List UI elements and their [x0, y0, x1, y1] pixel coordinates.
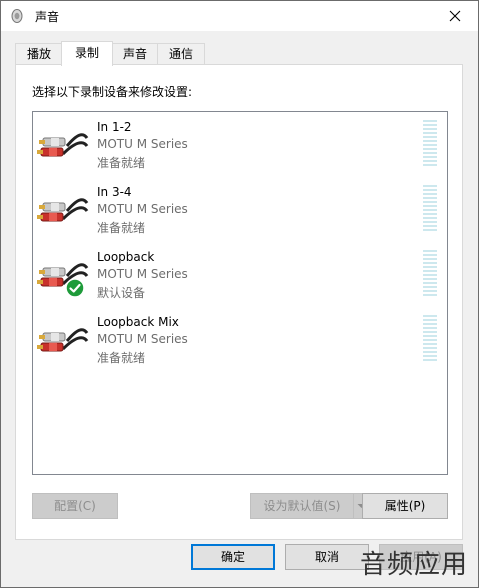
watermark-text: 音频应用 [359, 550, 468, 580]
level-meter [423, 120, 437, 168]
device-model: MOTU M Series [97, 332, 188, 346]
sound-dialog: 声音 播放 录制 声音 通信 选择以下录制设备来修改设置: In 1-2 MOT… [0, 0, 479, 588]
device-model: MOTU M Series [97, 202, 188, 216]
device-list[interactable]: In 1-2 MOTU M Series 准备就绪 In 3-4 MOTU M … [32, 111, 448, 475]
level-meter [423, 185, 437, 233]
device-status: 默认设备 [97, 286, 146, 300]
default-check-icon [65, 278, 85, 298]
speaker-icon [11, 9, 23, 23]
level-meter [423, 315, 437, 363]
title-bar: 声音 [1, 1, 478, 31]
instruction-text: 选择以下录制设备来修改设置: [32, 85, 193, 99]
device-status: 准备就绪 [97, 156, 146, 170]
tab-communications[interactable]: 通信 [157, 43, 205, 64]
tab-sounds[interactable]: 声音 [111, 43, 159, 64]
close-button[interactable] [432, 1, 478, 31]
device-model: MOTU M Series [97, 137, 188, 151]
configure-button[interactable]: 配置(C) [32, 493, 118, 519]
rca-cable-icon [37, 198, 89, 222]
device-name: In 3-4 [97, 185, 132, 199]
device-name: Loopback Mix [97, 315, 179, 329]
device-name: In 1-2 [97, 120, 132, 134]
device-name: Loopback [97, 250, 155, 264]
device-model: MOTU M Series [97, 267, 188, 281]
level-meter [423, 250, 437, 298]
properties-button[interactable]: 属性(P) [362, 493, 448, 519]
set-default-button[interactable]: 设为默认值(S) [250, 493, 354, 519]
device-status: 准备就绪 [97, 351, 146, 365]
window-title: 声音 [35, 10, 60, 24]
list-item[interactable]: Loopback Mix MOTU M Series 准备就绪 [33, 307, 447, 371]
tab-playback[interactable]: 播放 [15, 43, 63, 64]
tab-recording[interactable]: 录制 [61, 41, 113, 66]
cancel-button[interactable]: 取消 [285, 544, 369, 570]
close-icon [449, 10, 461, 22]
recording-panel: 选择以下录制设备来修改设置: In 1-2 MOTU M Series 准备就绪 [15, 64, 463, 540]
list-item[interactable]: Loopback MOTU M Series 默认设备 [33, 242, 447, 306]
ok-button[interactable]: 确定 [191, 544, 275, 570]
rca-cable-icon [37, 328, 89, 352]
list-item[interactable]: In 1-2 MOTU M Series 准备就绪 [33, 112, 447, 176]
rca-cable-icon [37, 133, 89, 157]
device-status: 准备就绪 [97, 221, 146, 235]
list-item[interactable]: In 3-4 MOTU M Series 准备就绪 [33, 177, 447, 241]
